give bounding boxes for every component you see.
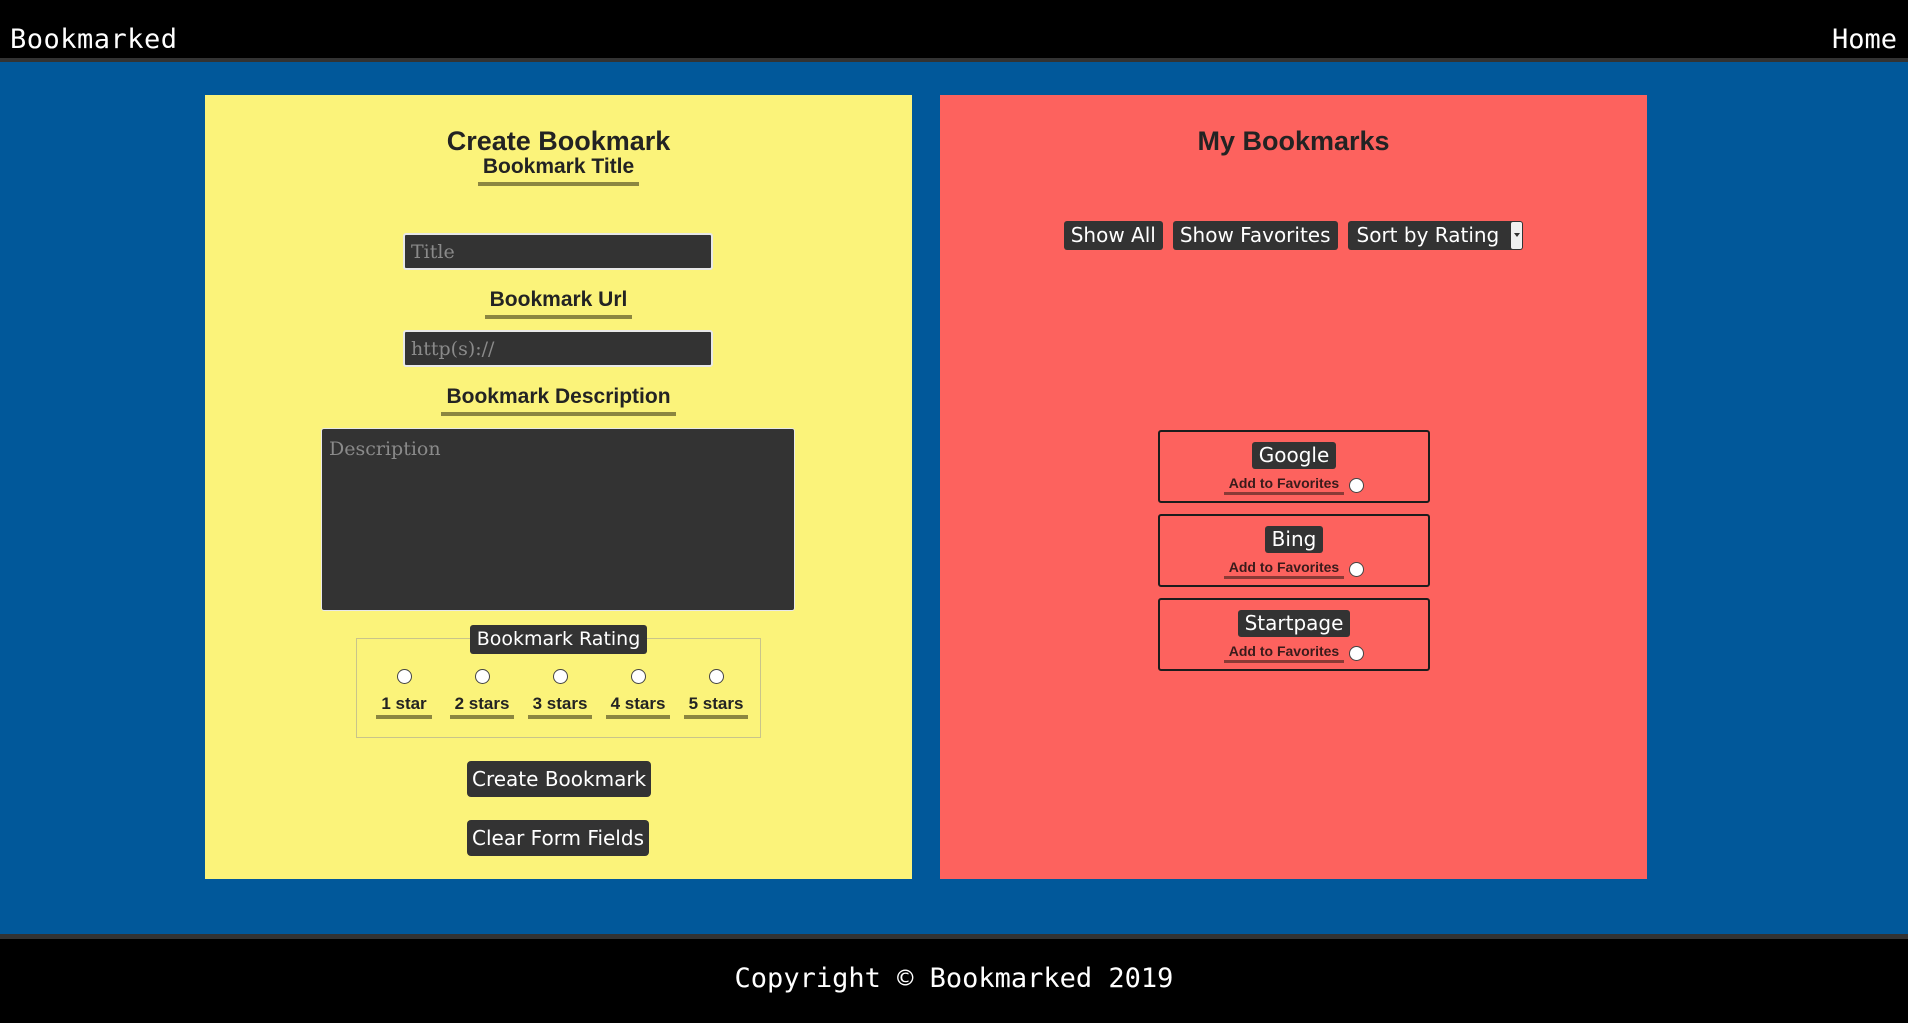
sort-select-value: Sort by Rating <box>1356 223 1500 247</box>
rating-2-label[interactable]: 2 stars <box>449 694 515 719</box>
chevron-down-icon[interactable] <box>1511 222 1523 249</box>
create-bookmark-panel: Create Bookmark Bookmark Title Bookmark … <box>205 95 912 879</box>
copyright-text: Copyright © Bookmarked 2019 <box>734 963 1174 994</box>
title-input[interactable] <box>403 233 713 270</box>
create-bookmark-button[interactable]: Create Bookmark <box>467 761 652 797</box>
show-all-button[interactable]: Show All <box>1063 221 1163 250</box>
rating-legend-text: Bookmark Rating <box>469 625 648 654</box>
bookmark-link[interactable]: Bing <box>1264 526 1324 553</box>
brand-logo-text: Bookmarked <box>10 24 178 55</box>
rating-legend: Bookmark Rating <box>357 625 760 654</box>
rating-option-3[interactable]: 3 stars <box>527 669 593 719</box>
my-bookmarks-heading: My Bookmarks <box>1197 126 1390 156</box>
rating-5-radio[interactable] <box>708 669 724 684</box>
title-label-text[interactable]: Bookmark Title <box>477 154 640 186</box>
add-to-favorites-label[interactable]: Add to Favorites <box>1223 475 1345 495</box>
url-input[interactable] <box>403 330 713 367</box>
rating-4-radio[interactable] <box>630 669 646 684</box>
rating-4-label[interactable]: 4 stars <box>605 694 671 719</box>
rating-option-1[interactable]: 1 star <box>371 669 437 719</box>
favorite-radio[interactable] <box>1349 645 1365 661</box>
url-label: Bookmark Url <box>205 287 912 319</box>
rating-option-2[interactable]: 2 stars <box>449 669 515 719</box>
favorite-radio[interactable] <box>1349 477 1365 493</box>
rating-1-label[interactable]: 1 star <box>376 694 432 719</box>
bookmark-card: Startpage Add to Favorites <box>1158 598 1430 671</box>
description-label: Bookmark Description <box>205 384 912 416</box>
add-to-favorites-label[interactable]: Add to Favorites <box>1223 559 1345 579</box>
rating-3-label[interactable]: 3 stars <box>527 694 593 719</box>
my-bookmarks-panel: My Bookmarks Show All Show Favorites Sor… <box>940 95 1647 879</box>
add-to-favorites-label[interactable]: Add to Favorites <box>1223 643 1345 663</box>
create-bookmark-heading: Create Bookmark <box>446 126 671 156</box>
rating-2-radio[interactable] <box>474 669 490 684</box>
bookmark-card: Bing Add to Favorites <box>1158 514 1430 587</box>
filter-controls: Show All Show Favorites Sort by Rating <box>940 221 1647 250</box>
rating-fieldset: Bookmark Rating 1 star 2 stars 3 stars 4… <box>356 625 761 738</box>
bookmark-link[interactable]: Google <box>1251 442 1337 469</box>
show-favorites-button[interactable]: Show Favorites <box>1172 221 1338 250</box>
sort-select[interactable]: Sort by Rating <box>1347 221 1524 250</box>
description-textarea[interactable] <box>321 428 795 611</box>
rating-1-radio[interactable] <box>396 669 412 684</box>
footer: Copyright © Bookmarked 2019 <box>0 934 1908 1023</box>
bookmark-card: Google Add to Favorites <box>1158 430 1430 503</box>
clear-form-button[interactable]: Clear Form Fields <box>467 820 649 856</box>
url-label-text[interactable]: Bookmark Url <box>484 287 633 319</box>
rating-option-4[interactable]: 4 stars <box>605 669 671 719</box>
favorite-radio[interactable] <box>1349 561 1365 577</box>
title-label: Bookmark Title <box>205 154 912 186</box>
description-label-text[interactable]: Bookmark Description <box>441 384 676 416</box>
rating-option-5[interactable]: 5 stars <box>683 669 749 719</box>
rating-3-radio[interactable] <box>552 669 568 684</box>
top-nav-bar: Bookmarked Home <box>0 0 1908 62</box>
bookmark-link[interactable]: Startpage <box>1237 610 1351 637</box>
home-link[interactable]: Home <box>1832 22 1897 58</box>
rating-5-label[interactable]: 5 stars <box>683 694 749 719</box>
